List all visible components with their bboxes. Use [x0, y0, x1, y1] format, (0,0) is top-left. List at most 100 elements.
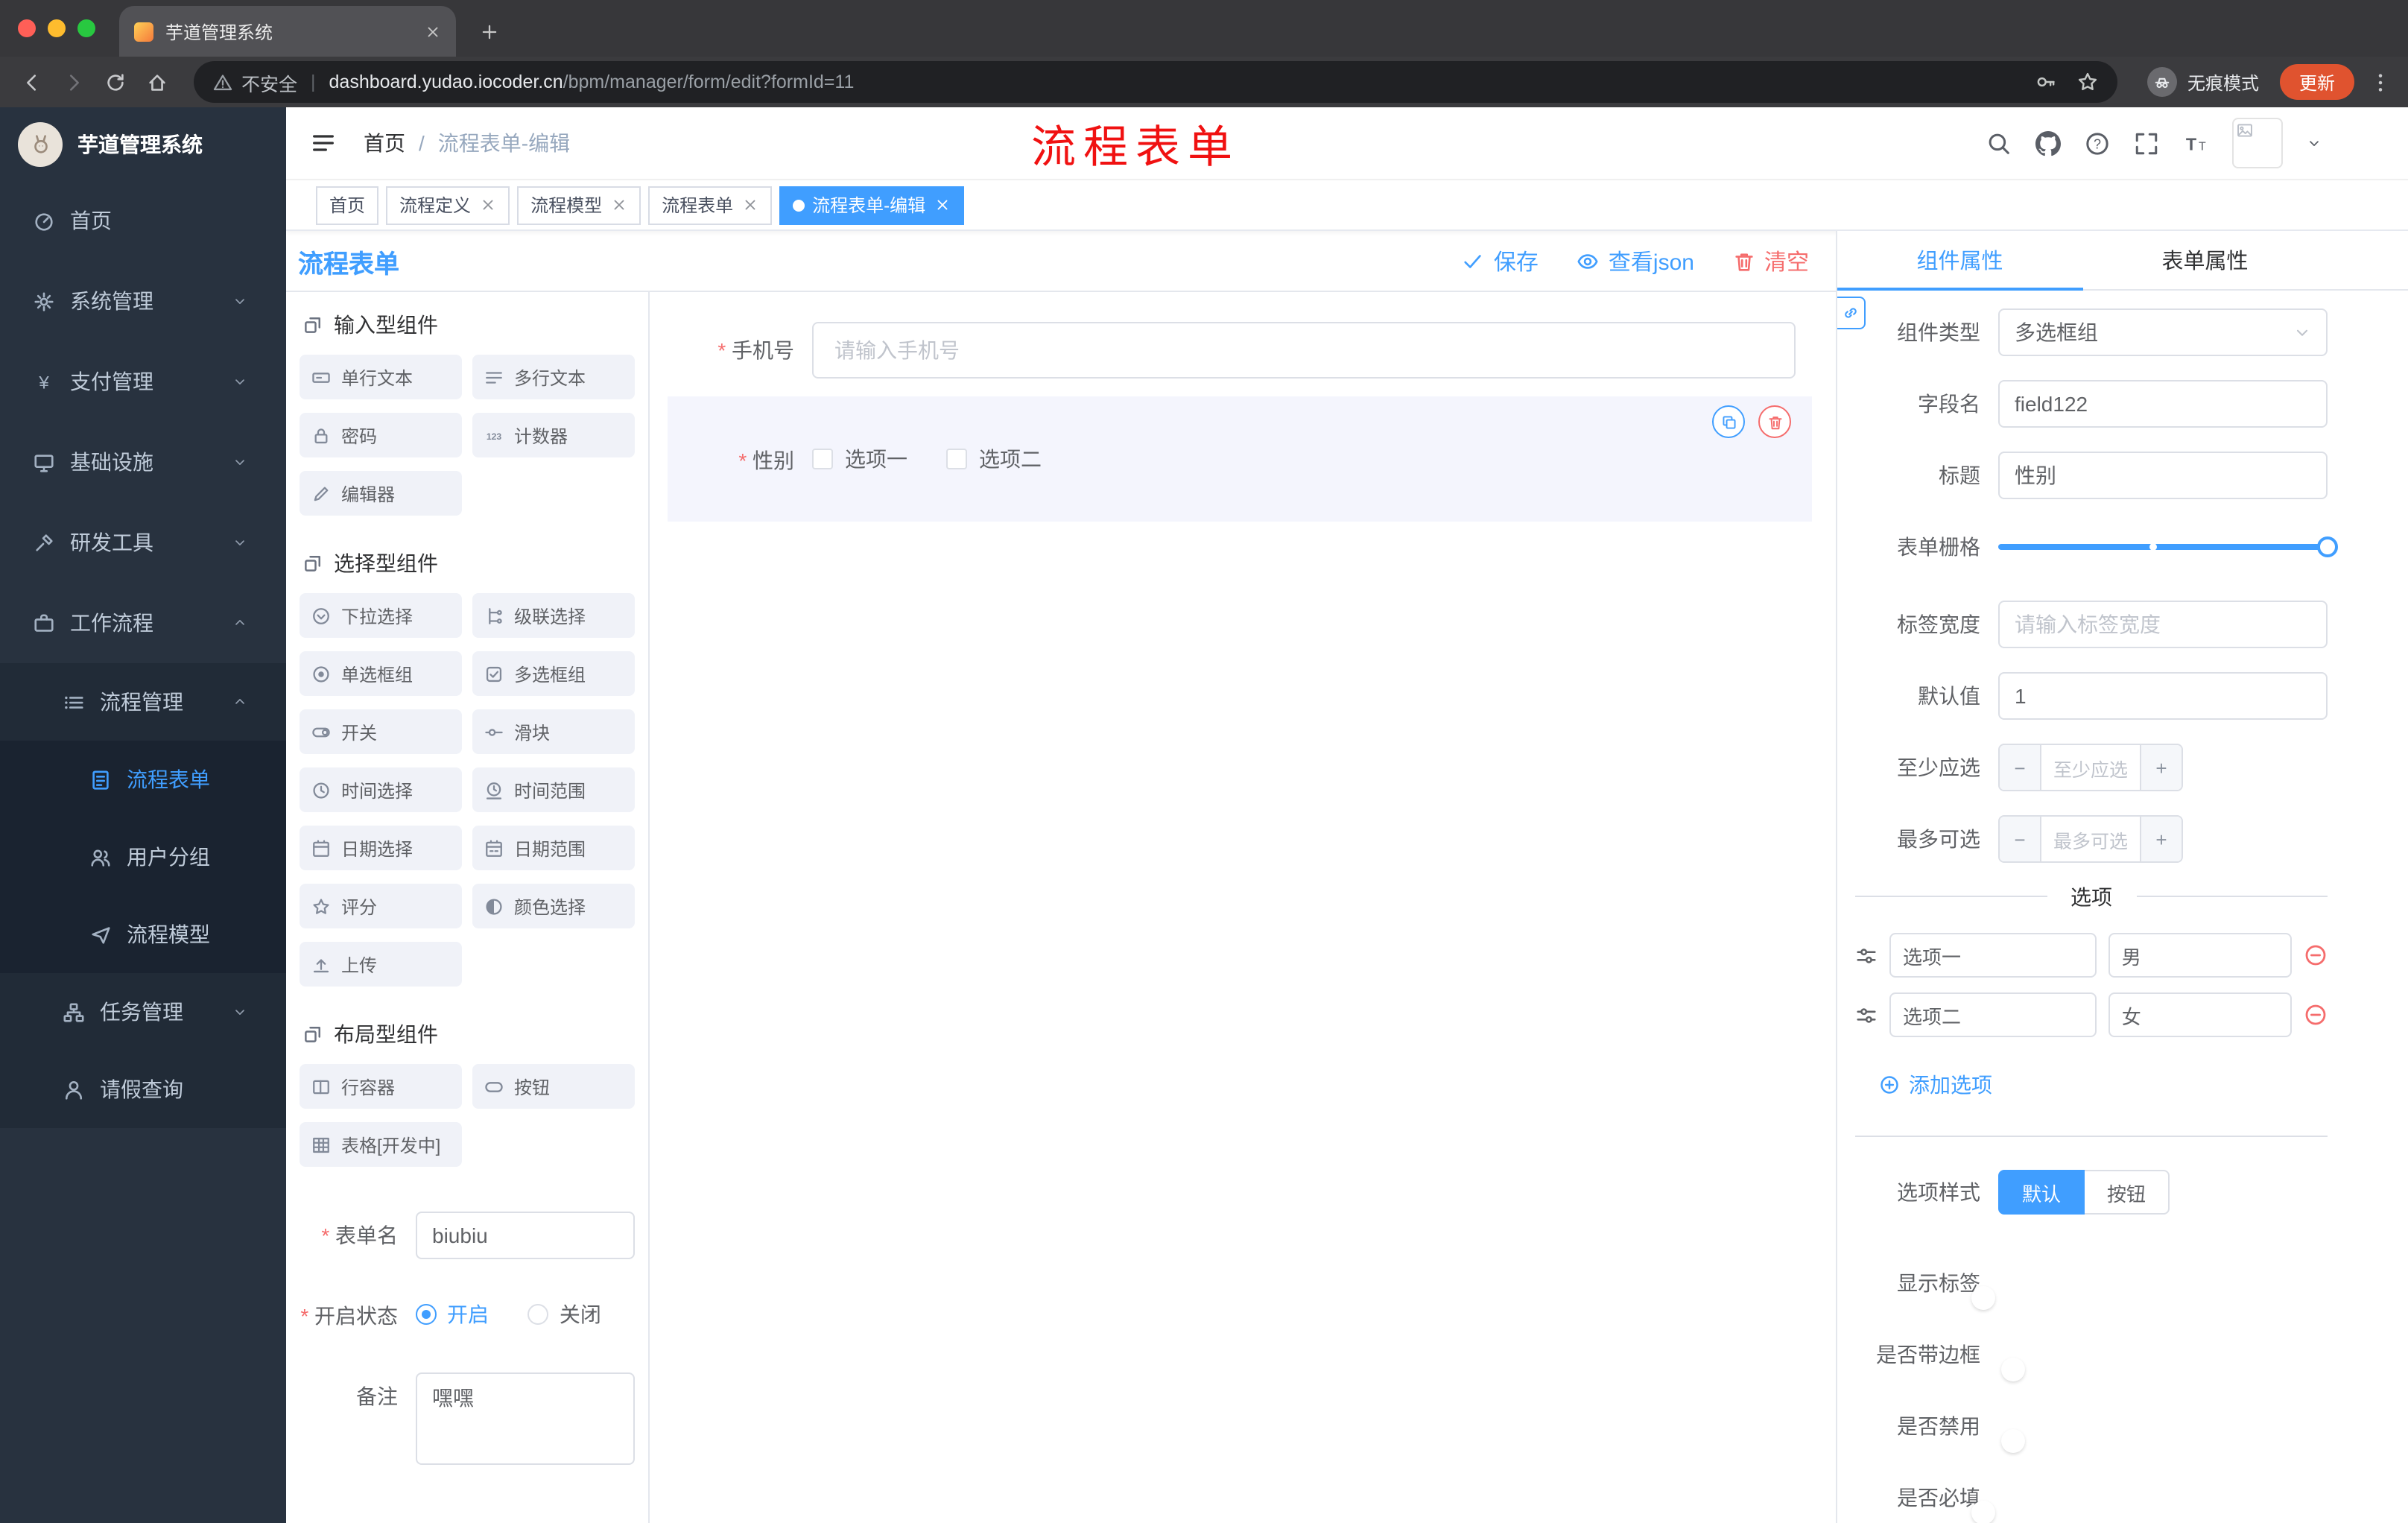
tag-close-icon[interactable]: [742, 197, 758, 213]
gender-checkbox-option[interactable]: 选项二: [946, 444, 1042, 474]
palette-item[interactable]: 颜色选择: [472, 884, 635, 928]
palette-item[interactable]: 单选框组: [300, 651, 462, 696]
max-select-placeholder[interactable]: 最多可选: [2041, 817, 2140, 861]
home-icon[interactable]: [137, 63, 176, 101]
tag-close-icon[interactable]: [934, 197, 951, 213]
sidebar-item-home[interactable]: 首页: [0, 180, 286, 261]
sidebar-toggle-icon[interactable]: [310, 130, 337, 156]
palette-item[interactable]: 时间范围: [472, 767, 635, 812]
github-icon[interactable]: [2035, 130, 2061, 156]
sidebar-item-payment-management[interactable]: ¥ 支付管理: [0, 341, 286, 422]
stepper-plus-icon[interactable]: +: [2140, 745, 2182, 790]
default-value-input[interactable]: [1998, 672, 2328, 720]
style-button-button[interactable]: 按钮: [2085, 1170, 2170, 1215]
tag-3[interactable]: 流程表单: [648, 186, 773, 224]
user-avatar[interactable]: [2232, 118, 2283, 168]
minimize-window-button[interactable]: [48, 19, 66, 37]
palette-item[interactable]: 表格[开发中]: [300, 1122, 462, 1167]
palette-item[interactable]: 评分: [300, 884, 462, 928]
style-default-button[interactable]: 默认: [1998, 1170, 2085, 1215]
sidebar-item-system-management[interactable]: 系统管理: [0, 261, 286, 341]
password-key-icon[interactable]: [2035, 72, 2056, 92]
stepper-plus-icon[interactable]: +: [2140, 817, 2182, 861]
option-label-input[interactable]: [1889, 992, 2097, 1037]
form-remark-textarea[interactable]: 嘿嘿: [416, 1372, 635, 1465]
page-url[interactable]: dashboard.yudao.iocoder.cn/bpm/manager/f…: [329, 72, 855, 92]
font-size-icon[interactable]: TT: [2183, 130, 2208, 156]
palette-item[interactable]: 级联选择: [472, 593, 635, 638]
sidebar-item-leave-query[interactable]: 请假查询: [0, 1051, 286, 1128]
label-width-input[interactable]: [1998, 601, 2328, 648]
status-radio-on[interactable]: 开启: [416, 1299, 489, 1329]
palette-item[interactable]: 滑块: [472, 709, 635, 754]
checkbox-box[interactable]: [946, 449, 967, 469]
add-option-button[interactable]: 添加选项: [1879, 1070, 1992, 1100]
sidebar-item-dev-tools[interactable]: 研发工具: [0, 502, 286, 583]
option-label-input[interactable]: [1889, 933, 2097, 978]
palette-item[interactable]: 密码: [300, 413, 462, 457]
tab-close-icon[interactable]: [425, 23, 441, 39]
save-button[interactable]: 保存: [1463, 245, 1539, 276]
browser-menu-icon[interactable]: [2363, 71, 2396, 93]
view-json-button[interactable]: 查看json: [1577, 245, 1694, 276]
breadcrumb-home[interactable]: 首页: [364, 128, 405, 158]
reload-icon[interactable]: [95, 63, 134, 101]
tag-4[interactable]: 流程表单-编辑: [779, 186, 965, 224]
checkbox-box[interactable]: [812, 449, 833, 469]
tab-form-props[interactable]: 表单属性: [2082, 231, 2328, 289]
address-bar[interactable]: 不安全 | dashboard.yudao.iocoder.cn/bpm/man…: [194, 61, 2117, 103]
stepper-minus-icon[interactable]: −: [2000, 817, 2041, 861]
clear-button[interactable]: 清空: [1733, 245, 1809, 276]
grid-slider[interactable]: [1998, 523, 2338, 571]
sidebar-item-task-management[interactable]: 任务管理: [0, 973, 286, 1051]
close-window-button[interactable]: [18, 19, 36, 37]
palette-item[interactable]: 日期选择: [300, 826, 462, 870]
tag-0[interactable]: 首页: [316, 186, 379, 224]
palette-item[interactable]: 下拉选择: [300, 593, 462, 638]
forward-icon[interactable]: [54, 63, 92, 101]
fullscreen-icon[interactable]: [2134, 130, 2159, 156]
palette-item[interactable]: 编辑器: [300, 471, 462, 516]
phone-field-widget[interactable]: 手机号: [668, 322, 1812, 379]
link-icon[interactable]: [1837, 297, 1866, 329]
stepper-minus-icon[interactable]: −: [2000, 745, 2041, 790]
option-value-input[interactable]: [2108, 933, 2292, 978]
phone-field-input[interactable]: [812, 322, 1796, 379]
option-value-input[interactable]: [2108, 992, 2292, 1037]
help-icon[interactable]: ?: [2085, 130, 2110, 156]
slider-handle[interactable]: [2317, 536, 2338, 557]
gender-checkbox-option[interactable]: 选项一: [812, 444, 907, 474]
status-radio-off[interactable]: 关闭: [527, 1299, 601, 1329]
palette-item[interactable]: 行容器: [300, 1064, 462, 1109]
palette-item[interactable]: 按钮: [472, 1064, 635, 1109]
min-select-placeholder[interactable]: 至少应选: [2041, 745, 2140, 790]
copy-widget-icon[interactable]: [1712, 405, 1745, 438]
design-canvas[interactable]: 手机号 性别 选项一 选项二: [650, 292, 1836, 1523]
field-name-input[interactable]: [1998, 380, 2328, 428]
tag-close-icon[interactable]: [480, 197, 496, 213]
sidebar-item-process-form[interactable]: 流程表单: [0, 741, 286, 818]
tag-2[interactable]: 流程模型: [517, 186, 641, 224]
palette-item[interactable]: 时间选择: [300, 767, 462, 812]
back-icon[interactable]: [12, 63, 51, 101]
palette-item[interactable]: 开关: [300, 709, 462, 754]
tag-close-icon[interactable]: [611, 197, 627, 213]
sidebar-item-process-management[interactable]: 流程管理: [0, 663, 286, 741]
sidebar-item-process-model[interactable]: 流程模型: [0, 896, 286, 973]
title-input[interactable]: [1998, 452, 2328, 499]
browser-tab[interactable]: 芋道管理系统: [119, 6, 456, 57]
new-tab-button[interactable]: [480, 6, 499, 57]
palette-item[interactable]: 日期范围: [472, 826, 635, 870]
sidebar-logo[interactable]: 芋道管理系统: [0, 107, 286, 180]
sidebar-item-user-group[interactable]: 用户分组: [0, 818, 286, 896]
search-icon[interactable]: [1986, 130, 2012, 156]
gender-field-widget[interactable]: 性别 选项一 选项二: [668, 396, 1812, 522]
avatar-caret-icon[interactable]: [2307, 136, 2322, 151]
palette-item[interactable]: 123 计数器: [472, 413, 635, 457]
palette-item[interactable]: 多行文本: [472, 355, 635, 399]
bookmark-star-icon[interactable]: [2077, 72, 2098, 92]
tag-1[interactable]: 流程定义: [386, 186, 510, 224]
browser-update-button[interactable]: 更新: [2279, 64, 2354, 100]
security-label[interactable]: 不安全: [241, 68, 297, 96]
sidebar-item-infrastructure[interactable]: 基础设施: [0, 422, 286, 502]
